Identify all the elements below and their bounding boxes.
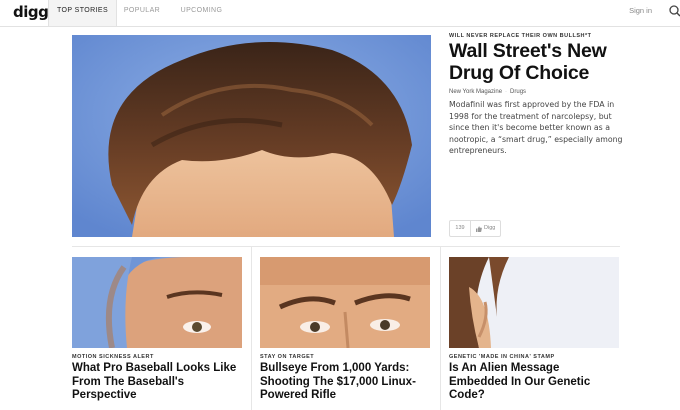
- sign-in-link[interactable]: Sign in: [629, 0, 652, 22]
- meta-separator: ·: [505, 89, 508, 95]
- search-icon[interactable]: [668, 4, 680, 18]
- digg-logo[interactable]: digg: [13, 3, 49, 21]
- tab-upcoming[interactable]: UPCOMING: [170, 0, 233, 26]
- column-divider: [251, 247, 252, 410]
- hero-kicker: WILL NEVER REPLACE THEIR OWN BULLSH*T: [449, 33, 592, 39]
- hero-story-image[interactable]: [72, 35, 431, 237]
- hero-title[interactable]: Wall Street's New Drug Of Choice: [449, 40, 649, 84]
- digg-button[interactable]: Digg: [471, 221, 500, 236]
- digg-label: Digg: [484, 225, 496, 231]
- card-kicker: STAY ON TARGET: [260, 354, 315, 360]
- section-divider: [72, 246, 620, 247]
- digg-widget: 139 Digg: [449, 220, 502, 237]
- column-divider: [440, 247, 441, 410]
- tab-popular[interactable]: POPULAR: [116, 0, 168, 26]
- card-title[interactable]: What Pro Baseball Looks Like From The Ba…: [72, 362, 244, 403]
- story-image-rifle[interactable]: [260, 257, 430, 348]
- card-title[interactable]: Bullseye From 1,000 Yards: Shooting The …: [260, 362, 432, 403]
- thumbs-up-icon: [476, 225, 482, 232]
- story-image-genetic[interactable]: [449, 257, 619, 348]
- hero-description: Modafinil was first approved by the FDA …: [449, 100, 623, 155]
- card-kicker: GENETIC 'MADE IN CHINA' STAMP: [449, 354, 555, 360]
- hero-category[interactable]: Drugs: [510, 89, 526, 95]
- digg-count: 139: [450, 221, 471, 236]
- hero-meta: New York Magazine · Drugs: [449, 89, 526, 95]
- tab-top-stories[interactable]: TOP STORIES: [48, 0, 117, 26]
- hero-source[interactable]: New York Magazine: [449, 89, 502, 95]
- top-navigation-bar: digg TOP STORIES POPULAR UPCOMING Sign i…: [0, 0, 680, 27]
- card-title[interactable]: Is An Alien Message Embedded In Our Gene…: [449, 362, 621, 403]
- card-kicker: MOTION SICKNESS ALERT: [72, 354, 154, 360]
- story-image-baseball[interactable]: [72, 257, 242, 348]
